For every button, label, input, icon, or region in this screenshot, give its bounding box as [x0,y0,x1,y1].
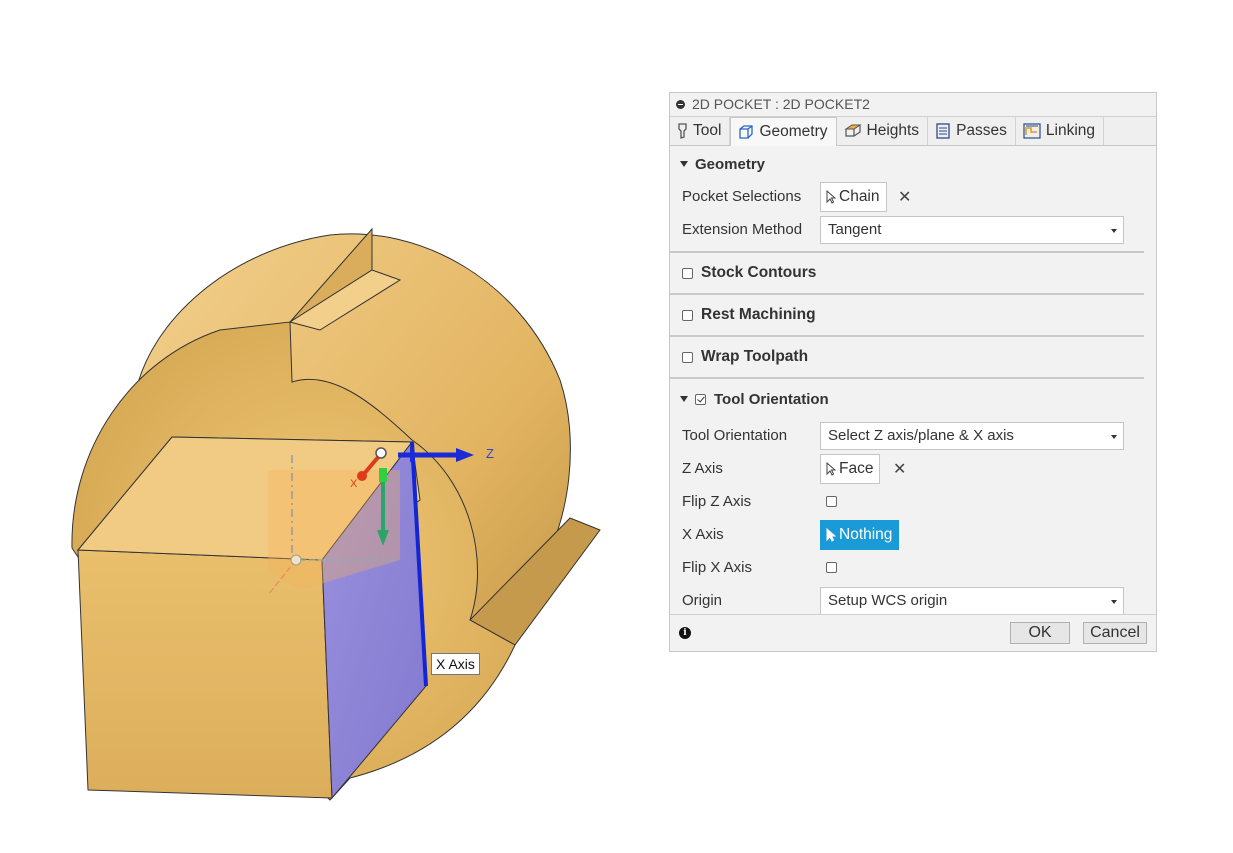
ok-button[interactable]: OK [1010,622,1070,644]
origin-select[interactable]: Setup WCS origin [820,586,1124,615]
z-axis-label: Z Axis [682,460,723,477]
stock-contours-label: Stock Contours [701,264,817,281]
tool-orientation-checkbox[interactable] [695,393,706,405]
flip-x-axis-row: Flip X Axis [670,551,1156,584]
flip-x-axis-label: Flip X Axis [682,559,753,576]
geometry-section-title: Geometry [695,155,766,173]
z-axis-picker[interactable]: Face [820,453,881,484]
flip-x-axis-checkbox[interactable] [826,562,837,573]
dialog-title-bar: 2D POCKET : 2D POCKET2 [670,93,1156,117]
extension-method-label: Extension Method [682,221,803,238]
tool-orientation-section-title: Tool Orientation [714,390,829,408]
chevron-down-icon [1111,434,1117,439]
geometry-cube-icon [738,124,754,140]
x-axis-tooltip: X Axis [431,653,480,675]
tab-heights-label: Heights [866,122,920,139]
linking-icon [1023,123,1041,139]
cursor-arrow-icon [826,527,836,542]
tab-tool[interactable]: Tool [670,117,731,145]
tool-orientation-row: Tool Orientation Select Z axis/plane & X… [670,419,1156,452]
tool-orientation-value: Select Z axis/plane & X axis [828,426,1014,444]
tool-orientation-label: Tool Orientation [682,427,788,444]
extension-method-select[interactable]: Tangent [820,215,1124,244]
pocket-selections-picker[interactable]: Chain [820,181,887,212]
tab-heights[interactable]: Heights [837,117,929,145]
rest-machining-label: Rest Machining [701,306,816,323]
pocket-selections-row: Pocket Selections Chain ✕ [670,180,1156,213]
passes-icon [935,123,951,139]
extension-method-value: Tangent [828,220,882,238]
origin-row: Origin Setup WCS origin [670,584,1156,617]
info-icon[interactable]: i [679,627,691,639]
stock-contours-section[interactable]: Stock Contours [670,253,1156,293]
tab-linking[interactable]: Linking [1016,117,1105,145]
x-axis-picker[interactable]: Nothing [820,519,900,550]
pocket-dialog: 2D POCKET : 2D POCKET2 Tool Geometry Hei… [669,92,1157,652]
tool-orientation-section-header[interactable]: Tool Orientation [670,379,1156,419]
cursor-arrow-icon [826,189,836,204]
collapse-icon[interactable] [676,100,685,109]
tab-geometry[interactable]: Geometry [730,117,837,146]
x-axis-value: Nothing [839,525,893,543]
chevron-down-icon [1111,228,1117,233]
chevron-down-icon [1111,599,1117,604]
tab-geometry-label: Geometry [759,123,828,140]
tab-linking-label: Linking [1045,122,1096,139]
flip-z-axis-checkbox[interactable] [826,496,837,507]
z-axis-row: Z Axis Face ✕ [670,452,1156,485]
clear-z-axis-icon[interactable]: ✕ [893,459,906,479]
heights-icon [843,123,862,139]
cancel-button[interactable]: Cancel [1083,622,1147,644]
pocket-selections-label: Pocket Selections [682,188,802,205]
dialog-footer: i OK Cancel [670,614,1156,651]
x-axis-row: X Axis Nothing [670,518,1156,551]
rest-machining-section[interactable]: Rest Machining [670,295,1156,335]
geometry-section-header[interactable]: Geometry [670,148,1156,180]
wrap-toolpath-checkbox[interactable] [682,351,693,363]
extension-method-row: Extension Method Tangent [670,213,1156,246]
tab-passes-label: Passes [956,122,1007,139]
part-model[interactable] [0,0,660,853]
z-axis-label: Z [486,446,494,461]
tab-content: Geometry Pocket Selections Chain ✕ Exten… [670,148,1156,617]
origin-label: Origin [682,592,723,609]
z-axis-value: Face [839,459,874,477]
x-triad-label: X [350,478,358,490]
flip-z-axis-label: Flip Z Axis [682,493,752,510]
tab-bar: Tool Geometry Heights Passes Linking [670,117,1156,146]
tab-passes[interactable]: Passes [928,117,1016,145]
origin-value: Setup WCS origin [828,591,948,609]
expand-triangle-icon [680,396,688,402]
tool-icon [677,123,688,139]
rest-machining-checkbox[interactable] [682,309,693,321]
x-axis-label: X Axis [682,526,724,543]
pocket-selections-value: Chain [839,187,880,205]
dialog-title: 2D POCKET : 2D POCKET2 [692,96,870,112]
clear-pocket-selections-icon[interactable]: ✕ [898,187,911,207]
wrap-toolpath-section[interactable]: Wrap Toolpath [670,337,1156,377]
cursor-arrow-icon [826,461,836,476]
expand-triangle-icon [680,161,688,167]
stock-contours-checkbox[interactable] [682,267,693,279]
wrap-toolpath-label: Wrap Toolpath [701,348,809,365]
tab-tool-label: Tool [693,122,722,139]
flip-z-axis-row: Flip Z Axis [670,485,1156,518]
viewport-3d[interactable]: Z X X Axis [0,0,660,853]
tool-orientation-select[interactable]: Select Z axis/plane & X axis [820,421,1124,450]
